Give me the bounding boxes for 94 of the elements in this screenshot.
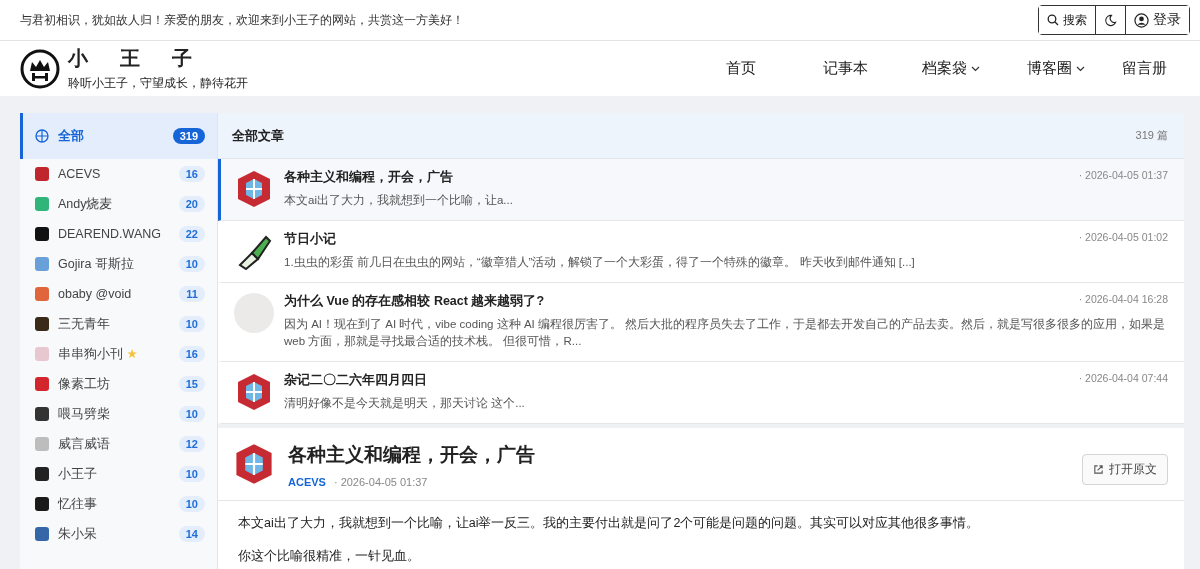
nav-link[interactable]: 留言册 — [1108, 58, 1180, 79]
site-logo-icon — [35, 197, 49, 211]
sidebar-item[interactable]: obaby @void 11 — [20, 279, 217, 309]
site-subtitle: 聆听小王子，守望成长，静待花开 — [68, 75, 248, 92]
post-count: 319 篇 — [1135, 128, 1168, 143]
post-excerpt: 本文ai出了大力，我就想到一个比喻，让a... — [284, 193, 514, 208]
site-name: 威言威语 — [58, 435, 111, 453]
post-title: 杂记二〇二六年四月四日 — [284, 372, 427, 390]
post-excerpt: 1.虫虫的彩蛋 前几日在虫虫的网站，“徽章猎人”活动，解锁了一个大彩蛋，得了一个特殊的徽章。 昨天收到邮件通知 [...] — [284, 254, 916, 270]
nav-link[interactable]: 博客圈 — [1003, 58, 1108, 79]
site-name: 全部 — [58, 127, 85, 145]
post-title: 为什么 Vue 的存在感相较 React 越来越弱了? — [284, 292, 545, 310]
site-logo-icon — [35, 527, 49, 541]
nav-link[interactable]: 记事本 — [793, 58, 898, 79]
moon-icon — [1104, 13, 1117, 27]
count-badge: 12 — [178, 436, 205, 452]
sidebar-item[interactable]: 威言威语 12 — [20, 429, 217, 459]
sidebar-item[interactable]: DEAREND.WANG 22 — [20, 219, 217, 249]
count-badge: 16 — [178, 346, 205, 362]
search-button[interactable]: 搜索 — [1039, 6, 1096, 34]
site-logo-icon — [35, 317, 49, 331]
count-badge: 15 — [178, 376, 205, 392]
sidebar-item[interactable]: ACEVS 16 — [20, 159, 217, 189]
nav-link[interactable]: 首页 — [688, 58, 793, 79]
site-name: DEAREND.WANG — [58, 227, 162, 241]
search-icon — [1047, 14, 1059, 26]
sidebar-item[interactable]: 小王子 10 — [20, 459, 217, 489]
sidebar-item[interactable]: 串串狗小刊 ★ 16 — [20, 339, 217, 369]
greeting-text: 与君初相识，犹如故人归！亲爱的朋友，欢迎来到小王子的网站，共赏这一方美好！ — [20, 11, 464, 29]
count-badge: 14 — [178, 526, 205, 542]
site-logo-icon — [35, 377, 49, 391]
count-badge: 10 — [178, 316, 205, 332]
article-paragraph: 本文ai出了大力，我就想到一个比喻，让ai举一反三。我的主要付出就是问了2个可能是问题的问题。其实可以对应其他很多事情。 — [238, 515, 981, 533]
site-logo-icon — [35, 167, 49, 181]
site-name: 三无青年 — [58, 315, 111, 333]
globe-icon — [35, 129, 49, 143]
count-badge: 20 — [178, 196, 205, 212]
site-name: 喂马劈柴 — [58, 405, 111, 423]
post-item[interactable]: 杂记二〇二六年四月四日 · 2026-04-04 07:44 清明好像不是今天就是明天，那天讨论 这个... — [218, 362, 1184, 425]
count-badge: 10 — [178, 496, 205, 512]
sidebar-item[interactable]: Gojira 哥斯拉 10 — [20, 249, 217, 279]
site-name: Andy烧麦 — [58, 195, 114, 213]
nav-link[interactable]: 档案袋 — [898, 58, 1003, 79]
count-badge: 22 — [178, 226, 205, 242]
post-item[interactable]: 节日小记 · 2026-04-05 01:02 1.虫虫的彩蛋 前几日在虫虫的网站，“徽章猎人”活动，解锁了一个大彩蛋，得了一个特殊的徽章。 昨天收到邮件通知 [...] — [218, 220, 1184, 283]
post-item[interactable]: 为什么 Vue 的存在感相较 React 越来越弱了? · 2026-04-04 16:28 因为 AI！现在到了 AI 时代，vibe coding 这种 AI 编程很厉害了。 然后大批的程序员失去了工作，于是都去开发自己的产品去卖。然后，就是写很多很多的应用，如果是 web 方面，那就是寻找最合适的技术栈。 但很可惜，R... — [218, 282, 1184, 363]
count-badge: 11 — [179, 286, 205, 302]
article-paragraph: 你这个比喻很精准，一针见血。 — [238, 548, 421, 566]
post-title: 各种主义和编程，开会，广告 — [284, 169, 453, 186]
post-title: 节日小记 — [284, 230, 336, 248]
user-icon — [1134, 12, 1149, 28]
site-logo-icon — [35, 227, 49, 241]
site-logo-icon — [35, 287, 49, 301]
site-name: 像素工坊 — [58, 375, 111, 393]
sidebar-item[interactable]: 喂马劈柴 10 — [20, 399, 217, 429]
site-title: 小王子 — [68, 46, 225, 71]
site-name: obaby @void — [58, 287, 133, 301]
site-name: Gojira 哥斯拉 — [58, 255, 135, 273]
post-date: · 2026-04-05 01:37 — [1078, 169, 1168, 183]
site-logo-icon — [35, 347, 49, 361]
sidebar-item[interactable]: 忆往事 10 — [20, 489, 217, 519]
count-badge: 16 — [178, 166, 205, 182]
count-badge: 10 — [178, 256, 205, 272]
external-link-icon — [1093, 464, 1104, 476]
site-logo-icon — [35, 257, 49, 271]
crown-logo-icon — [20, 48, 60, 89]
post-item[interactable]: 各种主义和编程，开会，广告 · 2026-04-05 01:37 本文ai出了大力，我就想到一个比喻，让a... — [218, 159, 1184, 221]
site-name: 串串狗小刊 ★ — [58, 345, 139, 363]
sidebar-item[interactable]: 朱小呆 14 — [20, 519, 217, 549]
article-date: · 2026-04-05 01:37 — [333, 476, 428, 489]
post-excerpt: 因为 AI！现在到了 AI 时代，vibe coding 这种 AI 编程很厉害了。 然后大批的程序员失去了工作，于是都去开发自己的产品去卖。然后，就是写很多很多的应用，如果是 web 方面，那就是寻找最合适的技术栈。 但很可惜，R... — [284, 316, 1167, 350]
site-logo-icon — [35, 407, 49, 421]
sidebar-item[interactable]: 像素工坊 15 — [20, 369, 217, 399]
sidebar-item[interactable]: Andy烧麦 20 — [20, 189, 217, 219]
site-logo-icon — [35, 467, 49, 481]
post-date: · 2026-04-04 07:44 — [1078, 372, 1168, 387]
post-date: · 2026-04-04 16:28 — [1078, 292, 1168, 307]
site-name: ACEVS — [58, 167, 102, 181]
post-date: · 2026-04-05 01:02 — [1078, 230, 1168, 245]
site-logo-icon — [35, 497, 49, 511]
article-title: 各种主义和编程，开会，广告 — [288, 443, 536, 468]
site-logo-icon — [35, 437, 49, 451]
count-badge: 10 — [178, 466, 205, 482]
list-title: 全部文章 — [232, 126, 284, 145]
site-name: 朱小呆 — [58, 525, 98, 543]
count-badge: 10 — [178, 406, 205, 422]
site-name: 忆往事 — [58, 495, 98, 513]
site-name: 小王子 — [58, 465, 98, 483]
count-badge: 319 — [172, 128, 205, 144]
author-link[interactable]: ACEVS — [288, 476, 326, 489]
sidebar-item[interactable]: 全部 319 — [20, 113, 217, 159]
open-original-button[interactable]: 打开原文 — [1082, 454, 1168, 486]
sidebar-item[interactable]: 三无青年 10 — [20, 309, 217, 339]
post-excerpt: 清明好像不是今天就是明天，那天讨论 这个... — [284, 396, 526, 412]
